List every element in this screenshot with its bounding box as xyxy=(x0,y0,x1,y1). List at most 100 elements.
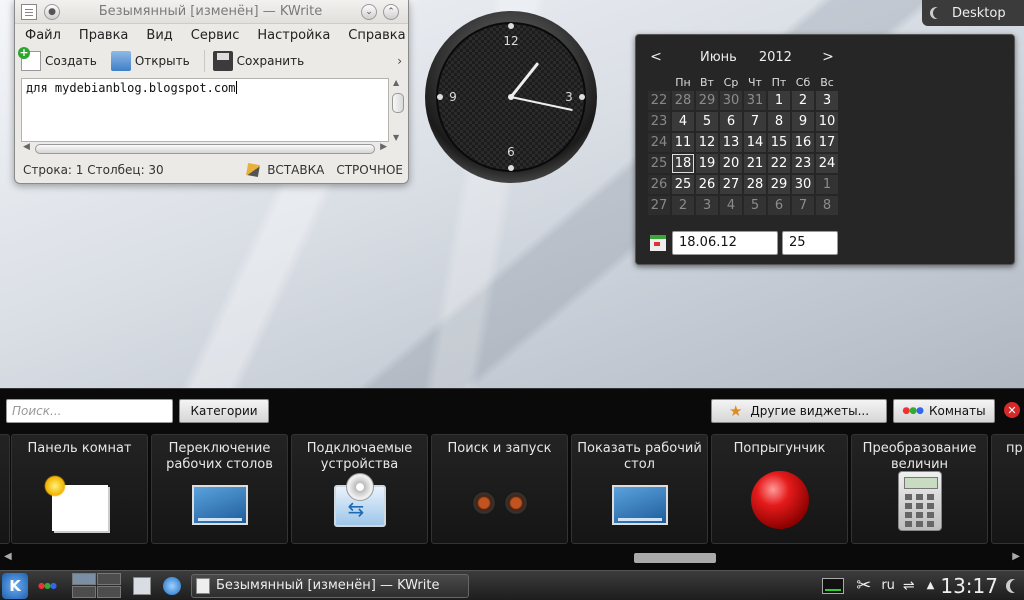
save-button[interactable]: Сохранить xyxy=(212,51,304,71)
calendar-day[interactable]: 3 xyxy=(696,196,718,215)
scroll-right-arrow-icon[interactable]: ▶ xyxy=(1012,551,1020,562)
minimize-button[interactable]: ⌄ xyxy=(361,3,377,20)
vertical-scroll-thumb[interactable] xyxy=(392,93,404,113)
widget-scroll-thumb[interactable] xyxy=(634,553,716,563)
widget-tile-partial[interactable] xyxy=(0,434,10,544)
calendar-day[interactable]: 31 xyxy=(744,91,766,110)
toolbar-overflow-button[interactable]: › xyxy=(397,54,402,68)
calendar-day[interactable]: 27 xyxy=(720,175,742,194)
widget-tile-search-launch[interactable]: Поиск и запуск xyxy=(431,434,568,544)
jump-to-today-icon[interactable] xyxy=(650,235,666,251)
week-number-input[interactable]: 25 xyxy=(782,231,838,255)
calendar-day[interactable]: 1 xyxy=(816,175,838,194)
activities-icon[interactable]: ●●● xyxy=(38,581,57,590)
menu-help[interactable]: Справка xyxy=(348,28,405,43)
widget-tile-pager[interactable]: Переключение рабочих столов xyxy=(151,434,288,544)
menu-tools[interactable]: Сервис xyxy=(191,28,240,43)
scroll-up-arrow-icon[interactable]: ▲ xyxy=(393,78,399,87)
task-kwrite[interactable]: Безымянный [изменён] — KWrite xyxy=(190,573,469,598)
menu-view[interactable]: Вид xyxy=(146,28,172,43)
keyboard-layout-indicator[interactable]: ru xyxy=(881,578,895,593)
calendar-day[interactable]: 20 xyxy=(720,154,742,173)
calendar-day[interactable]: 5 xyxy=(744,196,766,215)
calendar-month[interactable]: Июнь xyxy=(700,50,737,65)
pager-desktop-2[interactable] xyxy=(96,573,121,585)
next-month-button[interactable]: > xyxy=(818,49,838,65)
menu-file[interactable]: Файл xyxy=(25,28,61,43)
calendar-day[interactable]: 6 xyxy=(768,196,790,215)
system-monitor-icon[interactable] xyxy=(822,577,845,594)
calendar-day[interactable]: 30 xyxy=(792,175,814,194)
widget-scroll-track[interactable] xyxy=(16,553,1006,563)
calendar-day[interactable]: 6 xyxy=(720,112,742,131)
widget-search-input[interactable]: Поиск... xyxy=(6,399,173,423)
pager-desktop-4[interactable] xyxy=(96,586,121,598)
pager-desktop-1[interactable] xyxy=(71,573,96,585)
widget-list-scrollbar[interactable]: ◀ ▶ xyxy=(0,550,1024,566)
calendar-day[interactable]: 10 xyxy=(816,112,838,131)
calendar-day[interactable]: 8 xyxy=(816,196,838,215)
calendar-day[interactable]: 13 xyxy=(720,133,742,152)
calendar-day[interactable]: 29 xyxy=(696,91,718,110)
rooms-button[interactable]: ●●● Комнаты xyxy=(893,399,995,423)
categories-button[interactable]: Категории xyxy=(179,399,269,423)
kwrite-window[interactable]: ● Безымянный [изменён] — KWrite ⌄ ⌃ Файл… xyxy=(14,0,409,184)
file-manager-launcher-icon[interactable] xyxy=(132,576,151,595)
widget-tile-show-desktop[interactable]: Показать рабочий стол xyxy=(571,434,708,544)
scroll-right-arrow-icon[interactable]: ▶ xyxy=(380,142,387,152)
taskbar-clock[interactable]: 13:17 xyxy=(940,574,998,598)
close-explorer-icon[interactable]: ✕ xyxy=(1004,402,1020,418)
calendar-day[interactable]: 19 xyxy=(696,154,718,173)
kwrite-app-icon[interactable] xyxy=(21,3,37,20)
selection-mode-indicator[interactable]: СТРОЧНОЕ xyxy=(336,163,403,177)
widget-tile-partial-next[interactable]: пр xyxy=(991,434,1024,544)
menu-settings[interactable]: Настройка xyxy=(257,28,330,43)
pager-desktop-3[interactable] xyxy=(71,586,96,598)
calendar-day[interactable]: 2 xyxy=(672,196,694,215)
browser-launcher-icon[interactable] xyxy=(162,576,181,595)
calendar-day[interactable]: 28 xyxy=(744,175,766,194)
desktop-toolbox-button[interactable]: Desktop xyxy=(922,0,1024,26)
calendar-day[interactable]: 3 xyxy=(816,91,838,110)
calendar-day[interactable]: 22 xyxy=(768,154,790,173)
horizontal-scrollbar[interactable]: ◀ ▶ xyxy=(21,142,389,155)
calendar-day[interactable]: 11 xyxy=(672,133,694,152)
calendar-day[interactable]: 7 xyxy=(792,196,814,215)
widget-tile-bouncy-ball[interactable]: Попрыгунчик xyxy=(711,434,848,544)
analog-clock-widget[interactable]: 12 3 6 9 xyxy=(424,10,598,184)
more-widgets-button[interactable]: ★ Другие виджеты... xyxy=(711,399,887,423)
scroll-down-arrow-icon[interactable]: ▼ xyxy=(393,133,399,142)
calendar-day-today[interactable]: 18 xyxy=(672,154,694,173)
calendar-day[interactable]: 1 xyxy=(768,91,790,110)
calendar-day[interactable]: 26 xyxy=(696,175,718,194)
desktop-pager[interactable] xyxy=(71,573,121,598)
calendar-day[interactable]: 30 xyxy=(720,91,742,110)
keep-above-button[interactable]: ● xyxy=(44,3,60,20)
new-button[interactable]: Создать xyxy=(18,47,97,71)
calendar-day[interactable]: 14 xyxy=(744,133,766,152)
previous-month-button[interactable]: < xyxy=(646,49,666,65)
calendar-day[interactable]: 28 xyxy=(672,91,694,110)
insert-mode-indicator[interactable]: ВСТАВКА xyxy=(267,163,324,177)
calendar-day[interactable]: 7 xyxy=(744,112,766,131)
widget-tile-devices[interactable]: Подключаемые устройства xyxy=(291,434,428,544)
widget-tile-rooms-panel[interactable]: Панель комнат xyxy=(11,434,148,544)
scroll-left-arrow-icon[interactable]: ◀ xyxy=(4,551,12,562)
calendar-day[interactable]: 16 xyxy=(792,133,814,152)
calendar-day[interactable]: 4 xyxy=(672,112,694,131)
calendar-day[interactable]: 8 xyxy=(768,112,790,131)
vertical-scrollbar[interactable]: ▲ ▼ xyxy=(391,78,405,142)
usb-icon[interactable]: ⇌ xyxy=(903,578,915,594)
calendar-day[interactable]: 29 xyxy=(768,175,790,194)
calendar-day[interactable]: 2 xyxy=(792,91,814,110)
calendar-day[interactable]: 15 xyxy=(768,133,790,152)
scroll-left-arrow-icon[interactable]: ◀ xyxy=(23,142,30,152)
scissors-icon[interactable]: ✂ xyxy=(856,575,871,596)
date-input[interactable]: 18.06.12 xyxy=(672,231,778,255)
calendar-day[interactable]: 23 xyxy=(792,154,814,173)
maximize-button[interactable]: ⌃ xyxy=(383,3,399,20)
calendar-day[interactable]: 12 xyxy=(696,133,718,152)
kde-menu-icon[interactable]: K xyxy=(2,572,28,599)
calendar-day[interactable]: 24 xyxy=(816,154,838,173)
window-titlebar[interactable]: ● Безымянный [изменён] — KWrite ⌄ ⌃ xyxy=(15,0,408,24)
